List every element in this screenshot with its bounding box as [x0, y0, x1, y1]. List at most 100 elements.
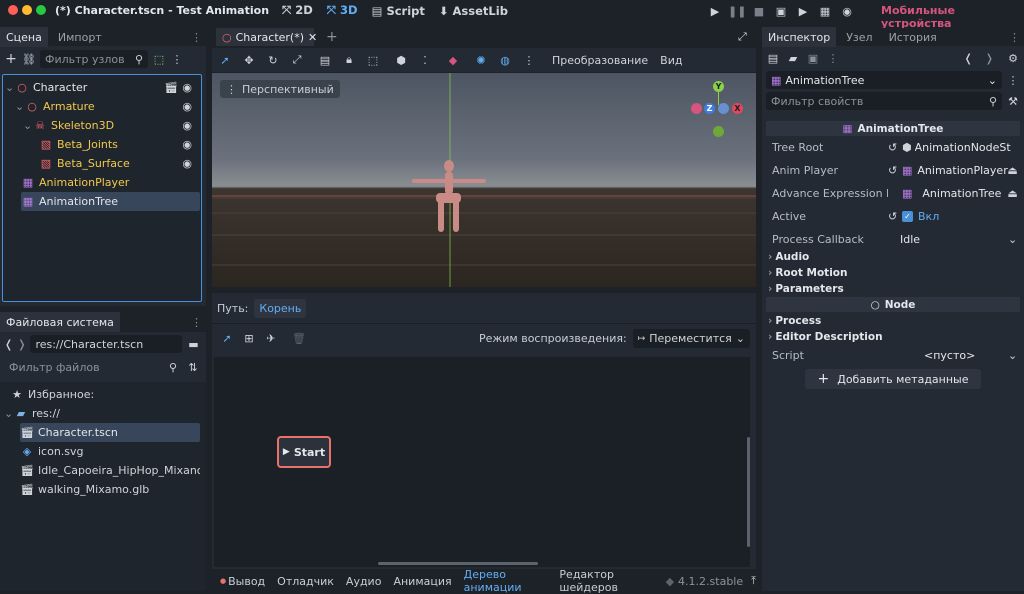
- group-root-motion[interactable]: › Root Motion: [768, 265, 848, 280]
- scene-menu-icon[interactable]: ⋮: [170, 52, 184, 66]
- select-tool-icon[interactable]: ➚: [218, 332, 236, 345]
- file-item-character[interactable]: 🎬︎ Character.tscn: [20, 423, 200, 442]
- sort-icon[interactable]: ⇅: [186, 360, 200, 374]
- mode-3d-button[interactable]: ⤧ 3D: [327, 3, 358, 18]
- tab-import[interactable]: Импорт: [52, 27, 108, 47]
- revert-icon[interactable]: ↺: [888, 210, 902, 223]
- move-tool-icon[interactable]: ✥: [240, 54, 258, 67]
- delete-icon[interactable]: 🗑︎: [290, 332, 308, 345]
- back-arrow-icon[interactable]: ❬: [4, 338, 13, 351]
- select-tool-icon[interactable]: ➚: [216, 54, 234, 67]
- expand-panel-icon[interactable]: ⤒: [751, 574, 756, 588]
- rotate-tool-icon[interactable]: ↻: [264, 54, 282, 67]
- perspective-button[interactable]: ⋮ Перспективный: [220, 80, 340, 98]
- tab-animation[interactable]: Анимация: [393, 575, 451, 588]
- group-process[interactable]: › Process: [768, 313, 821, 328]
- play-custom-icon[interactable]: ▦: [816, 5, 834, 18]
- new-resource-icon[interactable]: ▤: [766, 51, 780, 65]
- list-select-icon[interactable]: ▤: [316, 54, 334, 67]
- connect-nodes-icon[interactable]: ✈: [262, 332, 280, 345]
- tab-scene[interactable]: Сцена: [0, 27, 48, 47]
- path-field[interactable]: res://Character.tscn: [30, 335, 183, 353]
- stop-icon[interactable]: ■: [750, 5, 768, 18]
- mode-script-button[interactable]: ▤ Script: [372, 4, 425, 18]
- maximize-window-icon[interactable]: [36, 5, 46, 15]
- script-icon[interactable]: ⋮: [1006, 73, 1020, 87]
- history-icon[interactable]: ⚙: [1006, 51, 1020, 65]
- more-icon[interactable]: ⋮: [520, 54, 538, 67]
- play-icon[interactable]: ▶: [706, 5, 724, 18]
- group-editor-description[interactable]: › Editor Description: [768, 329, 883, 344]
- pause-icon[interactable]: ❚❚: [728, 5, 746, 18]
- tree-item-skeleton3d[interactable]: ⌄ ☠ Skeleton3D ◉: [23, 116, 200, 135]
- distraction-free-icon[interactable]: ⤢: [738, 30, 747, 44]
- visibility-eye-icon[interactable]: ◉: [182, 119, 192, 132]
- revert-icon[interactable]: ↺: [888, 164, 902, 177]
- forward-arrow-icon[interactable]: ❭: [985, 52, 994, 65]
- preview-sun-icon[interactable]: ◆: [444, 54, 462, 67]
- group-parameters[interactable]: › Parameters: [768, 281, 844, 296]
- lock-icon[interactable]: 🔒︎: [340, 53, 358, 67]
- view-menu[interactable]: Вид: [660, 54, 682, 67]
- prop-process-callback[interactable]: Process Callback Idle ⌄: [766, 228, 1020, 250]
- group-icon[interactable]: ⬚: [364, 54, 382, 67]
- scene-instance-icon[interactable]: 🎬︎: [164, 81, 178, 94]
- visibility-eye-icon[interactable]: ◉: [182, 81, 192, 94]
- split-view-icon[interactable]: ▬: [186, 337, 200, 351]
- tab-output[interactable]: Вывод: [228, 575, 265, 588]
- file-item-idle[interactable]: 🎬︎ Idle_Capoeira_HipHop_Mixano....: [20, 461, 200, 480]
- prop-anim-player[interactable]: Anim Player ↺ ▦ AnimationPlayer ⏏: [766, 159, 1020, 181]
- movie-icon[interactable]: ◉: [838, 5, 856, 18]
- mesh-toolbar-icon[interactable]: ⬢: [392, 54, 410, 67]
- more-icon[interactable]: ⋮: [826, 51, 840, 65]
- play-mode-select[interactable]: ↦ Переместится ⌄: [632, 329, 750, 348]
- transform-menu[interactable]: Преобразование: [552, 54, 648, 67]
- forward-arrow-icon[interactable]: ❭: [17, 338, 26, 351]
- save-icon[interactable]: ▣: [806, 51, 820, 65]
- visibility-eye-icon[interactable]: ◉: [182, 100, 192, 113]
- scale-tool-icon[interactable]: ⤢: [288, 53, 306, 67]
- add-node-icon[interactable]: +: [4, 51, 18, 67]
- vertical-scrollbar[interactable]: [747, 437, 750, 547]
- tab-debugger[interactable]: Отладчик: [277, 575, 334, 588]
- settings-tools-icon[interactable]: ⚒: [1006, 94, 1020, 108]
- file-item-walking[interactable]: 🎬︎ walking_Mixamo.glb: [20, 480, 149, 499]
- graph-area[interactable]: ▶ Start: [214, 357, 750, 567]
- tab-node[interactable]: Узел: [840, 27, 878, 47]
- prop-advance-expression[interactable]: Advance Expression Ba... ▦ AnimationTree…: [766, 182, 1020, 204]
- object-select[interactable]: ▦ AnimationTree ⌄: [766, 71, 1002, 89]
- gizmo-neg-y-axis[interactable]: [713, 126, 724, 137]
- tab-character[interactable]: ○ Character(*) ✕: [216, 28, 317, 46]
- gizmo-z-axis[interactable]: Z: [704, 103, 715, 114]
- gizmo-neg-x-axis[interactable]: [691, 103, 702, 114]
- tab-history[interactable]: История: [883, 27, 943, 47]
- snap-icon[interactable]: ⁚: [416, 54, 434, 67]
- gizmo-x-axis[interactable]: X: [732, 103, 743, 114]
- tab-audio[interactable]: Аудио: [346, 575, 382, 588]
- prop-tree-root[interactable]: Tree Root ↺ ⬢ AnimationNodeSt: [766, 136, 1020, 158]
- tree-item-beta-surface[interactable]: ▧ Beta_Surface ◉: [39, 154, 200, 173]
- file-filter-input[interactable]: Фильтр файлов ⚲: [4, 358, 182, 376]
- sun-environment-icon[interactable]: ✺: [472, 54, 490, 67]
- tree-item-armature[interactable]: ⌄ ○ Armature ◉: [15, 97, 200, 116]
- horizontal-scrollbar[interactable]: [378, 562, 538, 565]
- dock-menu-icon[interactable]: ⋮: [191, 31, 202, 44]
- open-folder-icon[interactable]: ▰: [786, 51, 800, 65]
- environment-icon[interactable]: ◍: [496, 54, 514, 67]
- link-icon[interactable]: ⛓: [22, 52, 36, 66]
- file-item-icon[interactable]: ◈ icon.svg: [20, 442, 84, 461]
- 3d-viewport[interactable]: ⋮ Перспективный Y Z X: [212, 73, 756, 287]
- tab-animation-tree[interactable]: Дерево анимации: [464, 568, 548, 594]
- tab-filesystem[interactable]: Файловая система: [0, 312, 120, 332]
- gizmo-y-axis[interactable]: Y: [713, 81, 724, 92]
- new-tab-icon[interactable]: +: [326, 29, 338, 45]
- res-root-item[interactable]: ⌄ ▰ res://: [4, 404, 60, 423]
- tab-shader-editor[interactable]: Редактор шейдеров: [559, 568, 653, 594]
- visibility-eye-icon[interactable]: ◉: [182, 157, 192, 170]
- remote-debug-icon[interactable]: ▣: [772, 5, 790, 18]
- revert-icon[interactable]: ↺: [888, 141, 902, 154]
- close-tab-icon[interactable]: ✕: [308, 31, 317, 44]
- tab-inspector[interactable]: Инспектор: [762, 27, 837, 47]
- prop-active[interactable]: Active ↺ ✓ Вкл: [766, 205, 1020, 227]
- clear-icon[interactable]: ⏏: [1007, 164, 1017, 177]
